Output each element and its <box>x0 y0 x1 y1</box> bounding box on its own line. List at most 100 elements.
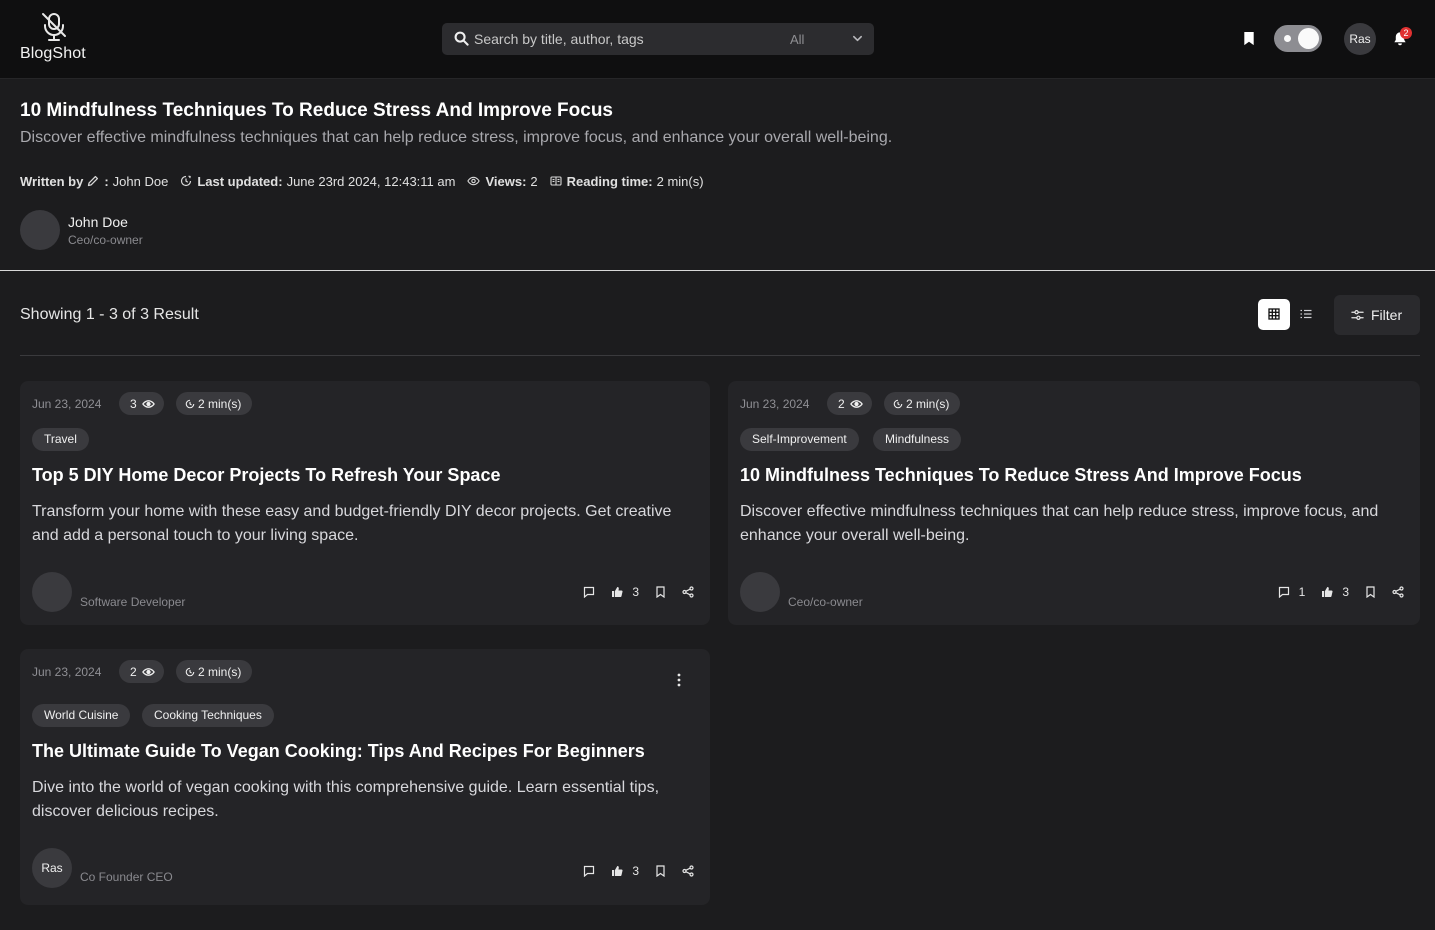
post-excerpt: Discover effective mindfulness technique… <box>740 503 1379 544</box>
clock-icon <box>181 175 192 187</box>
like-button[interactable] <box>1321 586 1333 598</box>
last-updated-label: Last updated: <box>197 173 283 189</box>
article-description: Discover effective mindfulness technique… <box>20 129 893 146</box>
app-logo[interactable]: BlogShot <box>20 10 88 66</box>
article-title: 10 Mindfulness Techniques To Reduce Stre… <box>20 100 613 121</box>
chevron-down-icon <box>852 33 863 44</box>
mic-off-icon <box>41 12 67 42</box>
post-card[interactable]: Jun 23, 2024 3 2 min(s) Travel Top 5 DIY… <box>20 381 710 625</box>
share-icon <box>1392 586 1404 598</box>
author-separator: : <box>104 173 109 189</box>
like-count: 3 <box>1342 585 1349 599</box>
post-author-avatar[interactable]: Ras <box>32 848 72 888</box>
bookmark-icon <box>656 865 665 877</box>
post-tag[interactable]: Cooking Techniques <box>142 704 274 727</box>
notification-badge: 2 <box>1400 27 1412 39</box>
eye-icon <box>141 667 155 676</box>
views-label: Views: <box>485 173 527 189</box>
post-views-badge: 3 <box>119 392 164 415</box>
theme-toggle[interactable] <box>1274 25 1322 52</box>
comment-count: 1 <box>1298 585 1306 599</box>
post-author-avatar[interactable] <box>32 572 72 612</box>
list-view-button[interactable] <box>1295 299 1317 330</box>
filter-label: Filter <box>1371 307 1403 323</box>
search-scope-value: All <box>790 32 805 47</box>
share-button[interactable] <box>682 865 694 877</box>
post-reading-time-badge: 2 min(s) <box>176 392 253 415</box>
share-icon <box>682 865 694 877</box>
like-button[interactable] <box>611 865 623 877</box>
bookmark-button[interactable] <box>1365 586 1376 598</box>
post-card[interactable]: Jun 23, 2024 2 2 min(s) Self-Improvement… <box>728 381 1420 625</box>
user-avatar[interactable]: Ras <box>1344 23 1376 55</box>
meta-author[interactable]: John Doe <box>113 174 169 189</box>
post-author-role: Ceo/co-owner <box>788 595 863 609</box>
post-views-count: 3 <box>130 396 137 411</box>
bookmarks-button[interactable] <box>1242 31 1256 46</box>
grid-view-button[interactable] <box>1258 299 1290 330</box>
section-divider <box>0 270 1435 271</box>
like-count: 3 <box>632 585 639 599</box>
like-count: 3 <box>632 864 639 878</box>
clock-icon <box>185 399 195 408</box>
more-vertical-icon <box>677 673 681 687</box>
pencil-icon <box>88 175 99 187</box>
bookmark-button[interactable] <box>655 586 666 598</box>
post-date: Jun 23, 2024 <box>32 665 102 679</box>
post-tag[interactable]: World Cuisine <box>32 704 131 727</box>
sliders-icon <box>1351 310 1364 320</box>
post-tag[interactable]: Mindfulness <box>873 428 962 451</box>
bookmark-icon <box>1244 31 1254 46</box>
comment-button[interactable] <box>1278 586 1290 598</box>
post-reading-time: 2 min(s) <box>198 396 242 411</box>
search-scope-select[interactable]: All <box>778 23 868 55</box>
author-avatar[interactable] <box>20 210 60 250</box>
share-button[interactable] <box>1392 586 1404 598</box>
post-more-button[interactable] <box>676 673 682 687</box>
filter-button[interactable]: Filter <box>1334 295 1420 335</box>
post-title[interactable]: 10 Mindfulness Techniques To Reduce Stre… <box>740 465 1302 486</box>
post-card[interactable]: Jun 23, 2024 2 2 min(s) World Cuisine Co… <box>20 649 710 905</box>
post-reading-time: 2 min(s) <box>198 664 242 679</box>
reading-time-label: Reading time: <box>566 173 653 189</box>
post-views-count: 2 <box>838 396 845 411</box>
eye-icon <box>141 399 155 408</box>
share-button[interactable] <box>682 586 694 598</box>
share-icon <box>682 586 694 598</box>
post-excerpt: Transform your home with these easy and … <box>32 503 672 544</box>
bookmark-button[interactable] <box>655 865 666 877</box>
post-views-badge: 2 <box>119 660 164 683</box>
post-reading-time-badge: 2 min(s) <box>176 660 253 683</box>
post-views-count: 2 <box>130 664 137 679</box>
search-input[interactable] <box>474 23 774 55</box>
post-title[interactable]: The Ultimate Guide To Vegan Cooking: Tip… <box>32 741 645 762</box>
post-tag[interactable]: Travel <box>32 428 89 451</box>
post-views-badge: 2 <box>827 392 872 415</box>
comment-icon <box>1278 586 1289 598</box>
like-button[interactable] <box>611 586 623 598</box>
thumbs-up-icon <box>612 866 623 876</box>
comment-icon <box>584 586 595 598</box>
comment-button[interactable] <box>583 865 595 877</box>
post-tag[interactable]: Self-Improvement <box>740 428 859 451</box>
post-author-avatar[interactable] <box>740 572 780 612</box>
post-reading-time: 2 min(s) <box>906 396 950 411</box>
post-excerpt: Dive into the world of vegan cooking wit… <box>32 779 660 820</box>
comment-button[interactable] <box>583 586 595 598</box>
post-actions: 1 3 <box>1262 584 1404 600</box>
post-author-role: Co Founder CEO <box>80 870 173 884</box>
results-divider <box>20 355 1420 356</box>
article-meta: Written by : John Doe Last updated: June… <box>20 172 704 190</box>
toggle-dot <box>1284 35 1291 42</box>
post-author-role: Software Developer <box>80 595 186 609</box>
toggle-knob <box>1298 28 1319 49</box>
last-updated-value: June 23rd 2024, 12:43:11 am <box>286 173 456 189</box>
eye-icon <box>467 176 481 186</box>
comment-icon <box>584 865 595 877</box>
thumbs-up-icon <box>1322 587 1333 597</box>
author-name[interactable]: John Doe <box>68 214 128 230</box>
author-role: Ceo/co-owner <box>68 233 143 247</box>
post-title[interactable]: Top 5 DIY Home Decor Projects To Refresh… <box>32 465 500 486</box>
post-actions: 3 <box>567 863 694 879</box>
bookmark-icon <box>1366 586 1375 598</box>
